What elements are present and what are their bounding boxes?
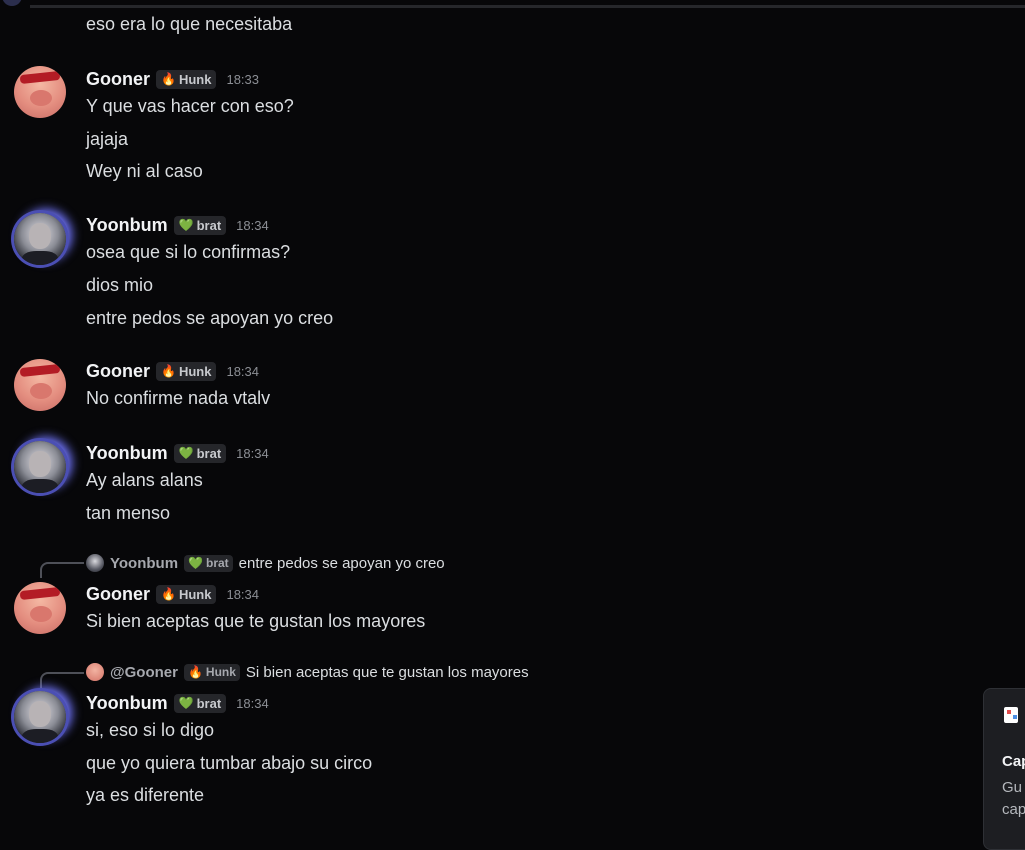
- avatar-gooner[interactable]: [14, 582, 66, 634]
- green-heart-icon: 💚: [178, 218, 194, 232]
- fire-icon: 🔥: [161, 364, 176, 378]
- reply-username[interactable]: Yoonbum: [110, 555, 178, 572]
- message-text: entre pedos se apoyan yo creo: [86, 308, 334, 328]
- message-text: osea que si lo confirmas?: [86, 242, 291, 262]
- message-text: jajaja: [86, 129, 129, 149]
- reply-role-tag-label: brat: [206, 556, 229, 570]
- reply-role-tag: 🔥 Hunk: [183, 663, 240, 681]
- green-heart-icon: 💚: [178, 446, 194, 460]
- reply-avatar: [86, 554, 104, 572]
- message-header: Yoonbum 💚 brat 18:34: [86, 691, 269, 715]
- green-heart-icon: 💚: [178, 696, 194, 710]
- username[interactable]: Yoonbum: [86, 693, 168, 714]
- username[interactable]: Gooner: [86, 69, 150, 90]
- role-tag-label: Hunk: [178, 71, 212, 87]
- message-header: Gooner 🔥 Hunk 18:34: [86, 582, 259, 606]
- role-tag-label: Hunk: [178, 363, 212, 379]
- reply-role-tag: 💚 brat: [184, 554, 233, 572]
- avatar-yoonbum[interactable]: [14, 691, 66, 743]
- message-text: que yo quiera tumbar abajo su circo: [86, 753, 373, 773]
- notification-toast[interactable]: Cap Gu cap: [983, 688, 1025, 850]
- username[interactable]: Gooner: [86, 361, 150, 382]
- toast-body: Gu cap: [1002, 777, 1025, 821]
- reply-spine: [40, 672, 84, 688]
- green-heart-icon: 💚: [188, 556, 203, 570]
- message-text: Si bien aceptas que te gustan los mayore…: [86, 611, 426, 631]
- role-tag[interactable]: 💚 brat: [173, 443, 227, 463]
- reply-avatar: [86, 663, 104, 681]
- message-text: eso era lo que necesitaba: [86, 14, 293, 34]
- toast-title: Cap: [1002, 753, 1025, 770]
- role-tag[interactable]: 🔥 Hunk: [156, 361, 217, 381]
- message-header: Yoonbum 💚 brat 18:34: [86, 441, 269, 465]
- fire-icon: 🔥: [161, 587, 176, 601]
- top-divider: [0, 0, 1025, 9]
- timestamp[interactable]: 18:34: [226, 587, 259, 602]
- message-text: si, eso si lo digo: [86, 720, 215, 740]
- avatar-gooner[interactable]: [14, 359, 66, 411]
- fire-icon: 🔥: [187, 665, 203, 679]
- avatar-yoonbum[interactable]: [14, 441, 66, 493]
- avatar-yoonbum[interactable]: [14, 213, 66, 265]
- reply-preview[interactable]: Yoonbum 💚 brat entre pedos se apoyan yo c…: [86, 553, 445, 573]
- reply-username[interactable]: @Gooner: [110, 664, 178, 681]
- message-header: Gooner 🔥 Hunk 18:34: [86, 359, 259, 383]
- role-tag[interactable]: 💚 brat: [173, 693, 227, 713]
- message-text: Ay alans alans: [86, 470, 203, 490]
- toast-body-line: Gu: [1002, 779, 1023, 796]
- timestamp[interactable]: 18:34: [236, 218, 269, 233]
- role-tag[interactable]: 🔥 Hunk: [156, 584, 217, 604]
- avatar-gooner[interactable]: [14, 66, 66, 118]
- role-tag-label: brat: [196, 217, 222, 233]
- username[interactable]: Yoonbum: [86, 215, 168, 236]
- message-text: tan menso: [86, 503, 171, 523]
- message-header: Yoonbum 💚 brat 18:34: [86, 213, 269, 237]
- message-text: No confirme nada vtalv: [86, 388, 271, 408]
- timestamp[interactable]: 18:33: [226, 72, 259, 87]
- timestamp[interactable]: 18:34: [236, 446, 269, 461]
- divider-line: [30, 5, 1025, 8]
- reply-text[interactable]: Si bien aceptas que te gustan los mayore…: [246, 664, 529, 681]
- reply-preview[interactable]: @Gooner 🔥 Hunk Si bien aceptas que te gus…: [86, 662, 529, 682]
- role-tag[interactable]: 💚 brat: [173, 215, 227, 235]
- timestamp[interactable]: 18:34: [236, 696, 269, 711]
- role-tag-label: Hunk: [178, 586, 212, 602]
- username[interactable]: Gooner: [86, 584, 150, 605]
- reply-text[interactable]: entre pedos se apoyan yo creo: [239, 555, 445, 572]
- message-text: dios mio: [86, 275, 154, 295]
- message-header: Gooner 🔥 Hunk 18:33: [86, 67, 259, 91]
- snipping-tool-icon: [1004, 707, 1018, 723]
- username[interactable]: Yoonbum: [86, 443, 168, 464]
- toast-body-line: cap: [1002, 801, 1025, 818]
- message-text: Y que vas hacer con eso?: [86, 96, 294, 116]
- fire-icon: 🔥: [161, 72, 176, 86]
- timestamp[interactable]: 18:34: [226, 364, 259, 379]
- role-tag[interactable]: 🔥 Hunk: [156, 69, 217, 89]
- message-text: Wey ni al caso: [86, 161, 203, 181]
- previous-avatar-stub: [2, 0, 22, 6]
- reply-spine: [40, 562, 84, 578]
- role-tag-label: brat: [196, 695, 222, 711]
- reply-role-tag-label: Hunk: [205, 665, 236, 679]
- role-tag-label: brat: [196, 445, 222, 461]
- message-text: ya es diferente: [86, 785, 205, 805]
